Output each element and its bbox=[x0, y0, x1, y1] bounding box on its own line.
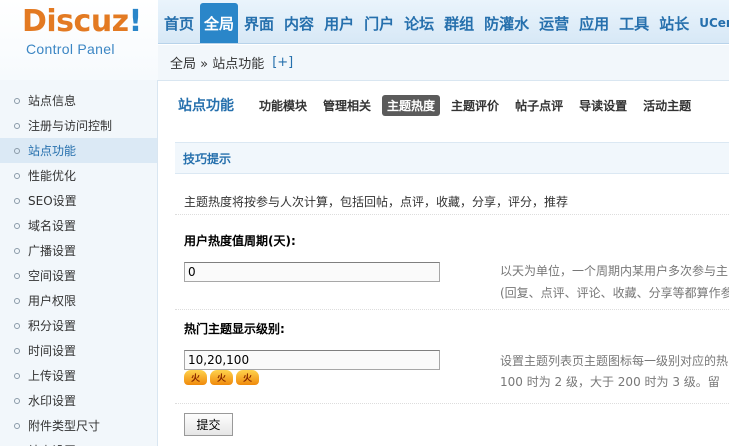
sidebar-item-label: 广播设置 bbox=[28, 244, 77, 258]
sidebar-item-14[interactable]: 站点设置 bbox=[0, 438, 157, 446]
nav-tab-13[interactable]: UCen bbox=[695, 3, 729, 43]
tips-text: 主题热度将按参与人次计算，包括回帖，点评，收藏，分享，评分，推荐 bbox=[175, 189, 729, 215]
sidebar-item-label: 附件类型尺寸 bbox=[28, 419, 101, 433]
bullet-icon bbox=[14, 247, 20, 254]
submit-button[interactable]: 提交 bbox=[184, 413, 233, 436]
sidebar-item-0[interactable]: 站点信息 bbox=[0, 88, 157, 113]
hot-level-hint-2: 100 时为 2 级，大于 200 时为 3 级。留 bbox=[500, 375, 720, 389]
field-label-hot-level: 热门主题显示级别: bbox=[184, 322, 285, 336]
nav-tab-11[interactable]: 工具 bbox=[615, 3, 653, 43]
nav-tab-7[interactable]: 群组 bbox=[440, 3, 478, 43]
sub-navigation: 站点功能 功能模块 管理相关 主题热度 主题评价 帖子点评 导读设置 活动主题 bbox=[159, 93, 729, 117]
sidebar-item-label: 站点信息 bbox=[28, 94, 77, 108]
add-favorite-button[interactable]: [+] bbox=[272, 55, 293, 70]
nav-tab-1[interactable]: 全局 bbox=[200, 3, 239, 43]
sidebar-item-label: 站点功能 bbox=[28, 144, 77, 158]
hot-level-hint-1: 设置主题列表页主题图标每一级别对应的热 bbox=[500, 354, 729, 368]
sidebar-item-7[interactable]: 空间设置 bbox=[0, 263, 157, 288]
flame-icon: 火 bbox=[236, 370, 259, 385]
divider bbox=[175, 309, 729, 310]
sidebar-item-1[interactable]: 注册与访问控制 bbox=[0, 113, 157, 138]
subtab-5[interactable]: 导读设置 bbox=[574, 95, 632, 116]
section-title: 站点功能 bbox=[178, 98, 234, 114]
sidebar-item-label: SEO设置 bbox=[28, 194, 77, 208]
subtab-4[interactable]: 帖子点评 bbox=[510, 95, 568, 116]
nav-tab-4[interactable]: 用户 bbox=[320, 3, 358, 43]
sidebar-item-label: 时间设置 bbox=[28, 344, 77, 358]
flame-icon: 火 bbox=[210, 370, 233, 385]
bullet-icon bbox=[14, 197, 20, 204]
nav-tab-10[interactable]: 应用 bbox=[575, 3, 613, 43]
nav-tab-5[interactable]: 门户 bbox=[360, 3, 398, 43]
sidebar-item-label: 性能优化 bbox=[28, 169, 77, 183]
sidebar-item-11[interactable]: 上传设置 bbox=[0, 363, 157, 388]
nav-tab-12[interactable]: 站长 bbox=[655, 3, 693, 43]
sidebar-item-label: 积分设置 bbox=[28, 319, 77, 333]
sidebar-item-13[interactable]: 附件类型尺寸 bbox=[0, 413, 157, 438]
top-navigation: 首页全局界面内容用户门户论坛群组防灌水运营应用工具站长UCen bbox=[158, 0, 729, 44]
flame-icon: 火 bbox=[184, 370, 207, 385]
sidebar-item-label: 空间设置 bbox=[28, 269, 77, 283]
subtab-0[interactable]: 功能模块 bbox=[254, 95, 312, 116]
sidebar-item-4[interactable]: SEO设置 bbox=[0, 188, 157, 213]
bullet-icon bbox=[14, 272, 20, 279]
bullet-icon bbox=[14, 397, 20, 404]
bullet-icon bbox=[14, 372, 20, 379]
hot-level-input[interactable] bbox=[184, 350, 440, 370]
bullet-icon bbox=[14, 97, 20, 104]
subtab-1[interactable]: 管理相关 bbox=[318, 95, 376, 116]
logo-brand: Discuz! bbox=[22, 4, 142, 39]
bullet-icon bbox=[14, 172, 20, 179]
nav-tab-6[interactable]: 论坛 bbox=[400, 3, 438, 43]
bullet-icon bbox=[14, 222, 20, 229]
sidebar-item-12[interactable]: 水印设置 bbox=[0, 388, 157, 413]
divider bbox=[175, 403, 729, 404]
sidebar-item-5[interactable]: 域名设置 bbox=[0, 213, 157, 238]
main-content: 站点功能 功能模块 管理相关 主题热度 主题评价 帖子点评 导读设置 活动主题 技巧提示 主… bbox=[159, 81, 729, 446]
nav-tab-8[interactable]: 防灌水 bbox=[480, 3, 533, 43]
bullet-icon bbox=[14, 422, 20, 429]
bullet-icon bbox=[14, 147, 20, 154]
sidebar-item-9[interactable]: 积分设置 bbox=[0, 313, 157, 338]
nav-tab-3[interactable]: 内容 bbox=[280, 3, 318, 43]
sidebar-item-label: 注册与访问控制 bbox=[28, 119, 113, 133]
heat-period-input[interactable] bbox=[184, 262, 440, 282]
bullet-icon bbox=[14, 322, 20, 329]
header: Discuz! Control Panel 首页 全局 界面 内容 用户 门户 论坛 群组 防灌… bbox=[0, 0, 729, 81]
subtab-6[interactable]: 活动主题 bbox=[638, 95, 696, 116]
sidebar: 站点信息注册与访问控制 站点功能性能优化 SEO设置域名设置广播设置空间设置用户权限… bbox=[0, 80, 158, 446]
heat-period-hint-2: (回复、点评、评论、收藏、分享等都算作参 bbox=[500, 286, 729, 300]
sidebar-item-label: 上传设置 bbox=[28, 369, 77, 383]
hot-level-icons: 火 火 火 bbox=[184, 370, 259, 385]
logo[interactable]: Discuz! Control Panel bbox=[0, 0, 158, 80]
heat-period-hint-1: 以天为单位，一个周期内某用户多次参与主 bbox=[500, 264, 729, 278]
sidebar-item-label: 用户权限 bbox=[28, 294, 77, 308]
logo-subtitle: Control Panel bbox=[26, 41, 115, 57]
field-label-heat-period: 用户热度值周期(天): bbox=[184, 234, 296, 248]
nav-tab-0[interactable]: 首页 bbox=[160, 3, 198, 43]
nav-tab-9[interactable]: 运营 bbox=[535, 3, 573, 43]
bullet-icon bbox=[14, 347, 20, 354]
nav-tab-2[interactable]: 界面 bbox=[240, 3, 278, 43]
subtab-3[interactable]: 主题评价 bbox=[446, 95, 504, 116]
subtab-2[interactable]: 主题热度 bbox=[382, 94, 441, 116]
sidebar-item-2[interactable]: 站点功能 bbox=[0, 138, 157, 163]
breadcrumb-path: 全局 » 站点功能 bbox=[170, 57, 265, 72]
sidebar-item-label: 站点设置 bbox=[28, 442, 76, 446]
breadcrumb: 全局 » 站点功能 [+] bbox=[158, 45, 729, 81]
bullet-icon bbox=[14, 122, 20, 129]
sidebar-item-label: 域名设置 bbox=[28, 219, 77, 233]
bullet-icon bbox=[14, 297, 20, 304]
sidebar-item-8[interactable]: 用户权限 bbox=[0, 288, 157, 313]
tips-header: 技巧提示 bbox=[175, 142, 729, 174]
sidebar-item-3[interactable]: 性能优化 bbox=[0, 163, 157, 188]
sidebar-item-6[interactable]: 广播设置 bbox=[0, 238, 157, 263]
sidebar-item-10[interactable]: 时间设置 bbox=[0, 338, 157, 363]
sidebar-item-label: 水印设置 bbox=[28, 394, 77, 408]
